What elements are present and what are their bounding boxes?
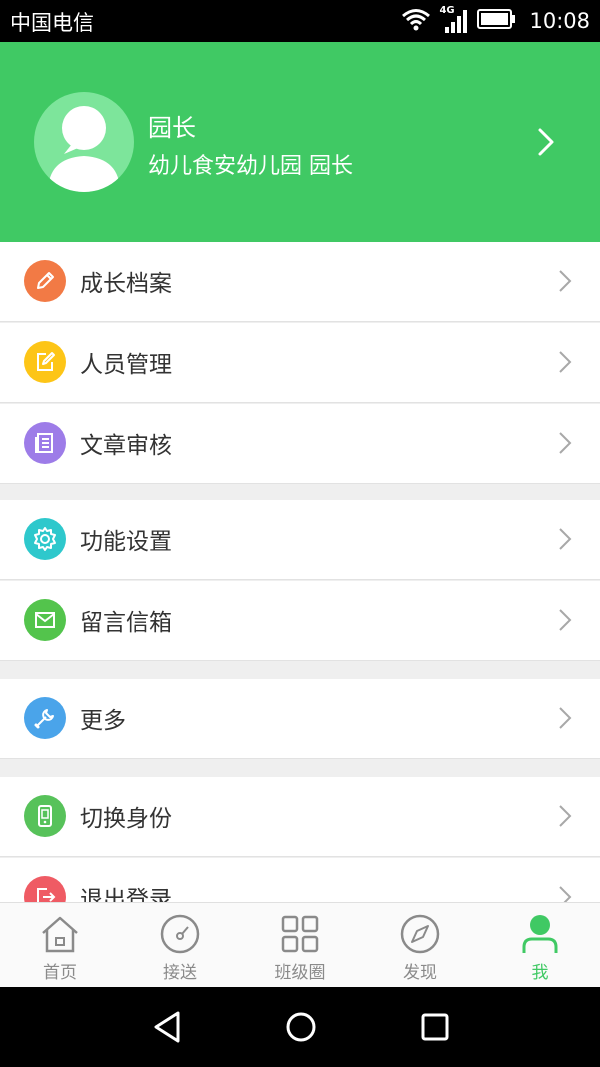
tab-label: 接送 — [163, 963, 197, 983]
system-nav-bar — [0, 987, 600, 1067]
home-button-icon[interactable] — [284, 1009, 318, 1049]
menu-item-label: 文章审核 — [80, 433, 172, 459]
carrier-label: 中国电信 — [10, 11, 94, 35]
menu-item-label: 成长档案 — [80, 271, 172, 297]
clock: 10:08 — [529, 9, 590, 33]
user-avatar-icon — [48, 106, 120, 192]
menu-item-label: 更多 — [80, 708, 126, 734]
battery-icon — [477, 8, 517, 34]
tab-label: 班级圈 — [274, 963, 326, 983]
pencil-icon — [24, 260, 66, 302]
chevron-right-icon — [558, 804, 572, 832]
mail-icon — [24, 599, 66, 641]
edit-icon — [24, 341, 66, 383]
bottom-tab-bar[interactable]: 首页 接送 班级圈 发现 我 — [0, 902, 600, 987]
tab-label: 发现 — [403, 963, 437, 983]
wrench-icon — [24, 697, 66, 739]
menu-item-more[interactable]: 更多 — [0, 679, 600, 759]
chevron-right-icon — [558, 527, 572, 555]
status-icons: 4G 10:08 — [401, 5, 590, 36]
tab-me[interactable]: 我 — [480, 903, 600, 988]
status-bar: 中国电信 4G 10:08 — [0, 0, 600, 42]
chevron-right-icon — [558, 269, 572, 297]
menu-item-label: 人员管理 — [80, 352, 172, 378]
menu-item-mailbox[interactable]: 留言信箱 — [0, 581, 600, 661]
person-icon — [519, 913, 561, 959]
menu-item-label: 留言信箱 — [80, 610, 172, 636]
tab-discover[interactable]: 发现 — [360, 903, 480, 988]
chevron-right-icon — [558, 350, 572, 378]
chevron-right-icon — [558, 706, 572, 734]
menu-item-logout[interactable]: 退出登录 — [0, 858, 600, 902]
tab-class-circle[interactable]: 班级圈 — [240, 903, 360, 988]
logout-icon — [24, 876, 66, 902]
wifi-icon — [401, 7, 431, 35]
menu-item-switch-role[interactable]: 切换身份 — [0, 777, 600, 857]
back-icon[interactable] — [150, 1009, 184, 1049]
tab-home[interactable]: 首页 — [0, 903, 120, 988]
chevron-right-icon — [558, 885, 572, 902]
menu-item-article-review[interactable]: 文章审核 — [0, 404, 600, 484]
gear-icon — [24, 518, 66, 560]
chevron-right-icon — [558, 608, 572, 636]
recents-icon[interactable] — [418, 1009, 452, 1049]
document-icon — [24, 422, 66, 464]
profile-name: 园长 — [148, 114, 196, 142]
dial-icon — [159, 913, 201, 959]
tab-pickup[interactable]: 接送 — [120, 903, 240, 988]
menu-item-label: 退出登录 — [80, 887, 172, 902]
tab-label: 首页 — [43, 963, 77, 983]
avatar[interactable] — [34, 92, 134, 192]
menu-item-label: 切换身份 — [80, 806, 172, 832]
profile-header[interactable]: 园长 幼儿食安幼儿园 园长 — [0, 42, 600, 242]
menu-list[interactable]: 成长档案 人员管理 文章审核 功能设置 留言信箱 更多 切换身份 退出登录 — [0, 242, 600, 902]
menu-item-label: 功能设置 — [80, 529, 172, 555]
tab-label: 我 — [531, 963, 549, 983]
menu-item-staff[interactable]: 人员管理 — [0, 323, 600, 403]
menu-item-growth-record[interactable]: 成长档案 — [0, 242, 600, 322]
grid-icon — [279, 913, 321, 959]
home-icon — [39, 913, 81, 959]
compass-icon — [399, 913, 441, 959]
chevron-right-icon[interactable] — [536, 126, 556, 162]
signal-icon: 4G — [439, 5, 469, 35]
profile-subtitle: 幼儿食安幼儿园 园长 — [148, 154, 353, 179]
menu-item-settings[interactable]: 功能设置 — [0, 500, 600, 580]
chevron-right-icon — [558, 431, 572, 459]
phone-icon — [24, 795, 66, 837]
